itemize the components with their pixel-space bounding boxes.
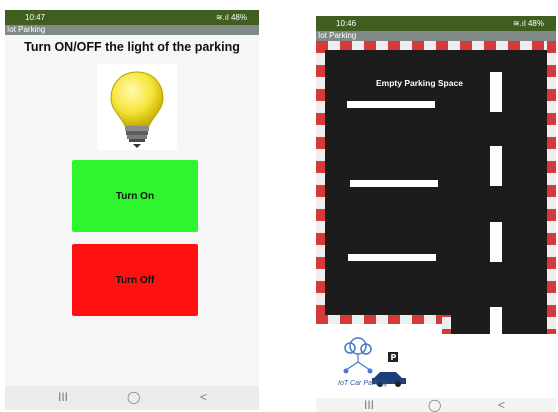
status-time: 10:47 <box>25 13 46 22</box>
curb-left <box>316 41 325 324</box>
lane-dash <box>490 146 502 186</box>
recents-nav-button[interactable]: III <box>58 390 68 404</box>
turn-on-button[interactable]: Turn On <box>72 160 198 232</box>
back-nav-button[interactable]: < <box>200 390 207 404</box>
svg-text:P: P <box>391 353 397 362</box>
status-indicators: ≋.ıl 48% <box>512 19 544 28</box>
light-bulb-icon <box>97 64 177 150</box>
lane-dash <box>490 222 502 262</box>
status-time: 10:46 <box>336 19 357 28</box>
curb-middle <box>316 315 451 324</box>
system-nav-bar: III ◯ < <box>316 398 556 412</box>
status-bar: 10:47 ≋.ıl 48% <box>5 10 259 25</box>
app-title: Iot Parking <box>7 25 46 34</box>
recents-nav-button[interactable]: III <box>364 398 374 412</box>
slot-line <box>348 254 436 261</box>
right-phone-screen: 10:46 ≋.ıl 48% Iot Parking Empty Parking… <box>316 16 556 412</box>
home-nav-button[interactable]: ◯ <box>127 390 140 404</box>
logo-text: IoT Car Parking <box>338 380 388 387</box>
left-phone-screen: 10:47 ≋.ıl 48% Iot Parking Turn ON/OFF t… <box>5 10 259 410</box>
slot-line <box>347 101 435 108</box>
app-title-bar: Iot Parking <box>5 25 259 35</box>
turn-off-button[interactable]: Turn Off <box>72 244 198 316</box>
system-nav-bar: III ◯ < <box>5 386 259 410</box>
lane-dash <box>490 307 502 334</box>
slot-line <box>350 180 438 187</box>
curb-inner <box>442 315 451 334</box>
page-heading: Turn ON/OFF the light of the parking <box>24 40 240 54</box>
back-nav-button[interactable]: < <box>498 398 505 412</box>
app-title: Iot Parking <box>318 31 357 40</box>
status-bar: 10:46 ≋.ıl 48% <box>316 16 556 31</box>
curb-top <box>316 41 556 50</box>
home-nav-button[interactable]: ◯ <box>428 398 441 412</box>
status-indicators: ≋.ıl 48% <box>215 13 247 22</box>
curb-right <box>547 41 556 334</box>
app-title-bar: Iot Parking <box>316 31 556 41</box>
empty-parking-space-label: Empty Parking Space <box>376 78 463 88</box>
